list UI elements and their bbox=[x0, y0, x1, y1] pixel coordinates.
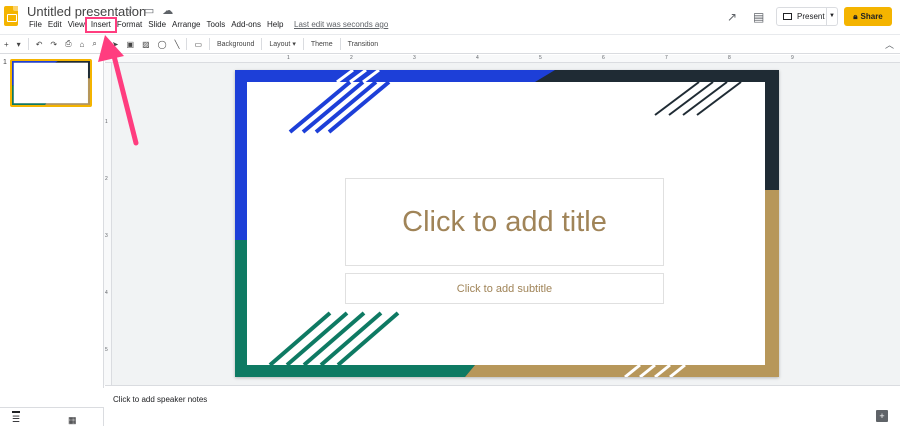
menu-slide[interactable]: Slide bbox=[145, 20, 169, 30]
subtitle-placeholder[interactable]: Click to add subtitle bbox=[345, 273, 664, 304]
filmstrip: 1 bbox=[0, 55, 104, 388]
ruler-tick: 3 bbox=[413, 55, 416, 61]
ruler-tick: 6 bbox=[602, 55, 605, 61]
toolbar-divider bbox=[302, 38, 304, 50]
ruler-tick: 2 bbox=[105, 176, 108, 182]
title-placeholder[interactable]: Click to add title bbox=[345, 178, 664, 266]
toolbar-divider bbox=[339, 38, 341, 50]
menu-tools[interactable]: Tools bbox=[204, 20, 229, 30]
redo-icon[interactable]: ↷ bbox=[46, 40, 61, 49]
toolbar-divider bbox=[186, 38, 188, 50]
text-box-icon[interactable]: ▣ bbox=[123, 40, 139, 49]
shape-icon[interactable]: ◯ bbox=[154, 40, 171, 49]
cloud-icon[interactable]: ☁ bbox=[162, 4, 173, 17]
line-icon[interactable]: ╲ bbox=[171, 40, 184, 49]
menu-edit[interactable]: Edit bbox=[45, 20, 65, 30]
new-slide-icon[interactable]: + bbox=[0, 40, 13, 49]
menu-arrange[interactable]: Arrange bbox=[169, 20, 203, 30]
background-button[interactable]: Background bbox=[213, 41, 258, 48]
ruler-tick: 5 bbox=[105, 347, 108, 353]
explore-icon[interactable]: + bbox=[876, 410, 888, 422]
ruler-tick: 7 bbox=[665, 55, 668, 61]
filmstrip-view-icon[interactable]: ☰ bbox=[12, 411, 21, 425]
ruler-tick: 9 bbox=[791, 55, 794, 61]
menu-add-ons[interactable]: Add-ons bbox=[228, 20, 264, 30]
slides-editor: Untitled presentation ☆ ▭ ☁ File Edit Vi… bbox=[0, 0, 900, 426]
menu-view[interactable]: View bbox=[65, 20, 88, 30]
slide[interactable]: Click to add title Click to add subtitle bbox=[235, 70, 779, 377]
lock-icon: 🔒︎ bbox=[853, 11, 858, 21]
slide-number: 1 bbox=[3, 59, 7, 66]
select-icon[interactable]: ➤ bbox=[108, 40, 123, 49]
title-icons: ☆ ▭ ☁ bbox=[126, 4, 173, 17]
speaker-notes-panel[interactable]: Click to add speaker notes + bbox=[105, 390, 900, 426]
menu-insert[interactable]: Insert bbox=[84, 17, 117, 33]
toolbar: + ▾ ↶ ↷ ⎙ ⌂ ⌕ ➤ ▣ ▨ ◯ ╲ ▭ Background Lay… bbox=[0, 34, 900, 54]
undo-icon[interactable]: ↶ bbox=[32, 40, 47, 49]
zoom-icon[interactable]: ⌕ bbox=[88, 39, 100, 49]
menu-file[interactable]: File bbox=[26, 20, 45, 30]
speaker-notes-placeholder[interactable]: Click to add speaker notes bbox=[113, 395, 207, 404]
print-icon[interactable]: ⎙ bbox=[61, 39, 75, 49]
app-header: Untitled presentation ☆ ▭ ☁ File Edit Vi… bbox=[0, 0, 900, 34]
ruler-tick: 3 bbox=[105, 233, 108, 239]
trend-icon[interactable]: ↗ bbox=[727, 10, 737, 24]
star-icon[interactable]: ☆ bbox=[126, 4, 136, 17]
menu-help[interactable]: Help bbox=[264, 20, 286, 30]
comment-icon[interactable]: ▤ bbox=[753, 10, 764, 24]
toolbar-divider bbox=[103, 38, 105, 50]
view-toggle-bar: ☰ ▦ bbox=[0, 407, 104, 426]
menu-bar: File Edit View Insert Format Slide Arran… bbox=[26, 17, 286, 33]
present-dropdown-icon[interactable]: ▼ bbox=[826, 8, 837, 25]
paint-format-icon[interactable]: ⌂ bbox=[76, 40, 89, 49]
menu-format[interactable]: Format bbox=[114, 20, 145, 30]
toolbar-divider bbox=[209, 38, 210, 50]
toolbar-divider bbox=[27, 38, 29, 50]
share-button[interactable]: 🔒︎ Share bbox=[844, 7, 892, 26]
new-slide-dropdown-icon[interactable]: ▾ bbox=[13, 40, 25, 49]
ruler-tick: 8 bbox=[728, 55, 731, 61]
ruler-tick: 2 bbox=[350, 55, 353, 61]
grid-view-icon[interactable]: ▦ bbox=[68, 415, 77, 426]
theme-button[interactable]: Theme bbox=[307, 41, 337, 48]
ruler-tick: 5 bbox=[539, 55, 542, 61]
transition-button[interactable]: Transition bbox=[344, 41, 382, 48]
thumbnail-graphic bbox=[12, 61, 90, 105]
folder-icon[interactable]: ▭ bbox=[144, 4, 154, 17]
ruler-tick: 1 bbox=[105, 119, 108, 125]
present-label: Present bbox=[797, 12, 825, 21]
ruler-tick: 4 bbox=[476, 55, 479, 61]
last-edit-link[interactable]: Last edit was seconds ago bbox=[294, 20, 388, 29]
horizontal-ruler: 1 2 3 4 5 6 7 8 9 bbox=[105, 55, 900, 63]
present-button[interactable]: Present ▼ bbox=[776, 7, 838, 26]
toolbar-divider bbox=[261, 38, 263, 50]
layout-button[interactable]: Layout ▾ bbox=[265, 40, 299, 48]
ruler-tick: 4 bbox=[105, 290, 108, 296]
image-icon[interactable]: ▨ bbox=[138, 40, 154, 49]
ruler-tick: 1 bbox=[287, 55, 290, 61]
slide-thumbnail[interactable] bbox=[10, 59, 92, 107]
vertical-ruler: 1 2 3 4 5 bbox=[104, 63, 112, 385]
slides-logo-icon[interactable] bbox=[4, 6, 18, 26]
present-icon bbox=[783, 13, 792, 20]
collapse-icon[interactable]: ︿ bbox=[885, 38, 894, 51]
comment-add-icon[interactable]: ▭ bbox=[190, 40, 206, 49]
share-label: Share bbox=[860, 12, 883, 21]
